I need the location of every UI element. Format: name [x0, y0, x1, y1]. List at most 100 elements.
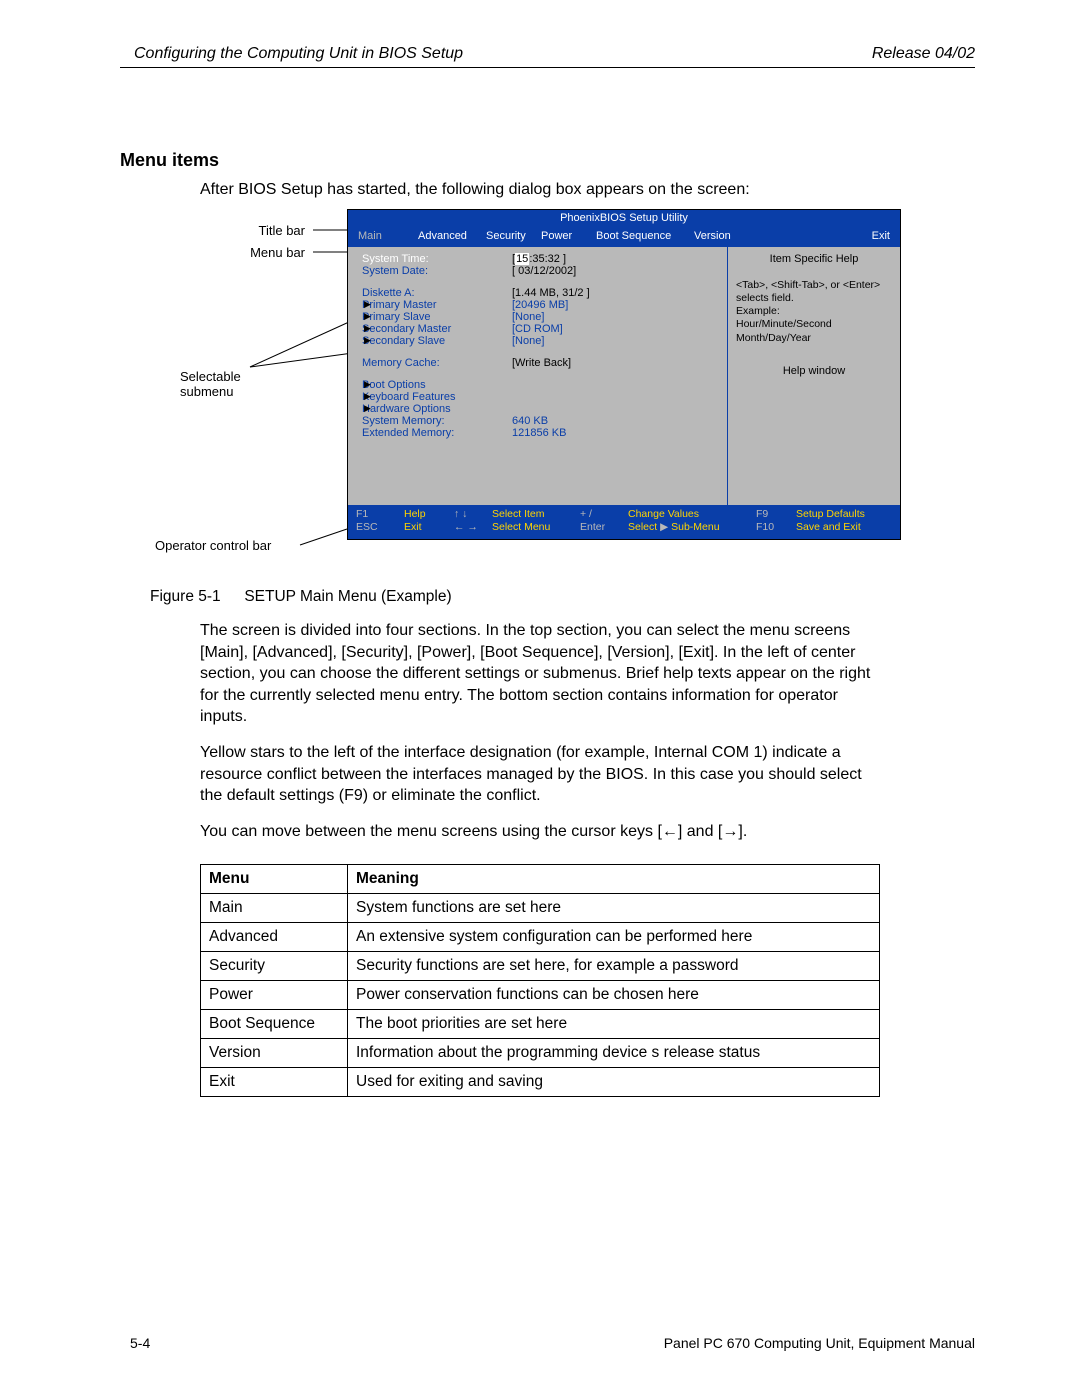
key-enter: Enter	[580, 521, 605, 533]
hint-select-menu: Select Menu	[492, 521, 550, 533]
cell-meaning: Used for exiting and saving	[348, 1068, 880, 1097]
table-row: SecuritySecurity functions are set here,…	[201, 952, 880, 981]
cell-menu: Exit	[201, 1068, 348, 1097]
field-system-memory-value: 640 KB	[512, 415, 719, 427]
bios-menu-bar: Main Advanced Security Power Boot Sequen…	[348, 226, 900, 246]
cell-meaning: Power conservation functions can be chos…	[348, 981, 880, 1010]
key-f10: F10	[756, 521, 774, 533]
field-hardware-options[interactable]: Hardware Options	[362, 403, 512, 415]
callout-submenu-2: submenu	[180, 384, 310, 399]
cell-menu: Boot Sequence	[201, 1010, 348, 1039]
field-primary-slave-label[interactable]: Primary Slave	[362, 311, 512, 323]
th-meaning: Meaning	[348, 865, 880, 894]
key-plusminus: + /	[580, 508, 592, 520]
field-system-date-value[interactable]: [ 03/12/2002]	[512, 265, 719, 277]
triangle-icon: ▶	[660, 521, 668, 533]
table-row: VersionInformation about the programming…	[201, 1039, 880, 1068]
menu-main[interactable]: Main	[358, 230, 418, 242]
cell-menu: Version	[201, 1039, 348, 1068]
key-leftright: ← →	[454, 521, 478, 533]
help-body: <Tab>, <Shift-Tab>, or <Enter> selects f…	[736, 279, 892, 345]
hint-exit: Exit	[404, 521, 422, 533]
menu-security[interactable]: Security	[486, 230, 541, 242]
field-diskette-a-value[interactable]: [1.44 MB, 31/2 ]	[512, 287, 719, 299]
field-secondary-slave-value[interactable]: [None]	[512, 335, 719, 347]
field-extended-memory-label: Extended Memory:	[362, 427, 512, 439]
figure-number: Figure 5-1	[150, 588, 240, 606]
cell-menu: Power	[201, 981, 348, 1010]
field-secondary-slave-label[interactable]: Secondary Slave	[362, 335, 512, 347]
callout-titlebar: Title bar	[185, 223, 305, 238]
cell-menu: Advanced	[201, 923, 348, 952]
field-primary-slave-value[interactable]: [None]	[512, 311, 719, 323]
submenu-icon: ▶	[364, 323, 371, 334]
key-updown: ↑ ↓	[454, 508, 467, 520]
cell-meaning: Security functions are set here, for exa…	[348, 952, 880, 981]
hint-save-exit: Save and Exit	[796, 521, 861, 533]
hint-select-sub-b: Sub-Menu	[668, 521, 719, 533]
cell-meaning: Information about the programming device…	[348, 1039, 880, 1068]
footer-manual-title: Panel PC 670 Computing Unit, Equipment M…	[664, 1335, 975, 1351]
menu-exit[interactable]: Exit	[759, 230, 890, 242]
key-f1: F1	[356, 508, 368, 520]
field-extended-memory-value: 121856 KB	[512, 427, 719, 439]
cell-menu: Security	[201, 952, 348, 981]
callout-menubar: Menu bar	[185, 245, 305, 260]
table-row: PowerPower conservation functions can be…	[201, 981, 880, 1010]
menu-power[interactable]: Power	[541, 230, 596, 242]
field-system-time-value[interactable]: [15:35:32 ]	[512, 253, 719, 265]
submenu-icon: ▶	[364, 335, 371, 346]
bios-operator-bar: F1 ESC Help Exit ↑ ↓ ← → Select Item Sel…	[348, 505, 900, 539]
menu-advanced[interactable]: Advanced	[418, 230, 486, 242]
time-hour-highlight: 15	[515, 253, 529, 265]
hint-setup-defaults: Setup Defaults	[796, 508, 865, 520]
page-footer: 5-4 Panel PC 670 Computing Unit, Equipme…	[130, 1335, 975, 1351]
cell-meaning: The boot priorities are set here	[348, 1010, 880, 1039]
menu-boot-sequence[interactable]: Boot Sequence	[596, 230, 694, 242]
key-f9: F9	[756, 508, 768, 520]
callout-opbar: Operator control bar	[155, 538, 325, 553]
bios-dialog: PhoenixBIOS Setup Utility Main Advanced …	[347, 209, 901, 540]
table-row: Boot SequenceThe boot priorities are set…	[201, 1010, 880, 1039]
hint-help: Help	[404, 508, 426, 520]
field-secondary-master-label[interactable]: Secondary Master	[362, 323, 512, 335]
submenu-icon: ▶	[364, 311, 371, 322]
menu-version[interactable]: Version	[694, 230, 759, 242]
submenu-icon: ▶	[364, 379, 371, 390]
table-row: ExitUsed for exiting and saving	[201, 1068, 880, 1097]
cell-meaning: An extensive system configuration can be…	[348, 923, 880, 952]
field-diskette-a-label[interactable]: Diskette A:	[362, 287, 512, 299]
field-secondary-master-value[interactable]: [CD ROM]	[512, 323, 719, 335]
field-memory-cache-label[interactable]: Memory Cache:	[362, 357, 512, 369]
figure-caption: Figure 5-1 SETUP Main Menu (Example)	[150, 588, 975, 606]
paragraph-2: Yellow stars to the left of the interfac…	[200, 742, 880, 807]
hint-change-values: Change Values	[628, 508, 699, 520]
hint-select-item: Select Item	[492, 508, 545, 520]
paragraph-3: You can move between the menu screens us…	[200, 821, 880, 843]
field-system-date-label[interactable]: System Date:	[362, 265, 512, 277]
page-header: Configuring the Computing Unit in BIOS S…	[120, 45, 975, 68]
page-number: 5-4	[130, 1335, 150, 1351]
field-system-memory-label: System Memory:	[362, 415, 512, 427]
cell-meaning: System functions are set here	[348, 894, 880, 923]
hint-select-sub-a: Select	[628, 521, 660, 533]
field-boot-options[interactable]: Boot Options	[362, 379, 512, 391]
bios-help-panel: Item Specific Help <Tab>, <Shift-Tab>, o…	[727, 247, 900, 505]
th-menu: Menu	[201, 865, 348, 894]
help-title: Item Specific Help	[736, 253, 892, 265]
field-keyboard-features[interactable]: Keyboard Features	[362, 391, 512, 403]
table-row: MainSystem functions are set here	[201, 894, 880, 923]
cell-menu: Main	[201, 894, 348, 923]
field-system-time-label[interactable]: System Time:	[362, 253, 512, 265]
submenu-icon: ▶	[364, 403, 371, 414]
table-row: AdvancedAn extensive system configuratio…	[201, 923, 880, 952]
submenu-icon: ▶	[364, 299, 371, 310]
figure-caption-text: SETUP Main Menu (Example)	[244, 588, 451, 605]
help-window-label: Help window	[736, 365, 892, 377]
field-memory-cache-value[interactable]: [Write Back]	[512, 357, 719, 369]
bios-title-bar: PhoenixBIOS Setup Utility	[348, 210, 900, 226]
submenu-icon: ▶	[364, 391, 371, 402]
field-primary-master-value[interactable]: [20496 MB]	[512, 299, 719, 311]
bios-main-panel: System Time: [15:35:32 ] System Date: [ …	[348, 247, 727, 505]
field-primary-master-label[interactable]: Primary Master	[362, 299, 512, 311]
